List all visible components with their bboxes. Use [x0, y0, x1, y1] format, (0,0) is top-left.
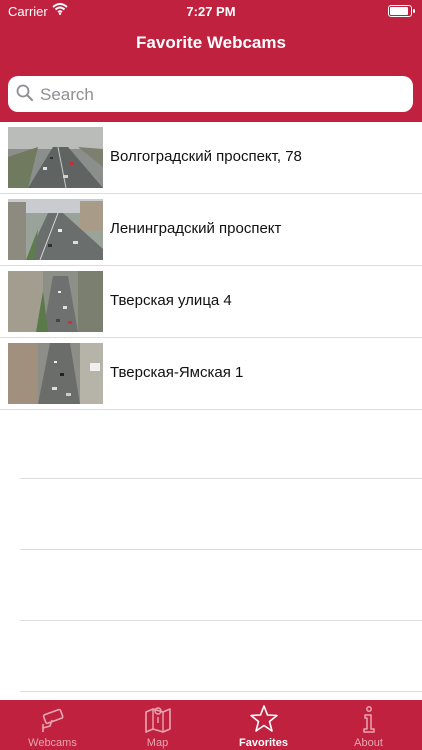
- tab-label: Webcams: [28, 737, 77, 749]
- tab-map[interactable]: Map: [105, 700, 210, 750]
- search-box[interactable]: [8, 76, 413, 114]
- webcam-thumbnail: [8, 127, 103, 188]
- tab-bar: Webcams Map Favorites About: [0, 700, 422, 750]
- webcam-thumbnail: [8, 271, 103, 332]
- webcam-thumbnail: [8, 199, 103, 260]
- empty-row-divider: [20, 549, 422, 550]
- search-bar: [0, 66, 422, 122]
- webcam-thumbnail: [8, 343, 103, 404]
- tab-label: Favorites: [239, 737, 288, 749]
- tab-label: About: [354, 737, 383, 749]
- tab-favorites[interactable]: Favorites: [211, 700, 316, 750]
- list-item[interactable]: Тверская улица 4: [0, 266, 422, 338]
- webcam-name: Ленинградский проспект: [110, 220, 282, 237]
- info-icon: [354, 704, 384, 734]
- clock-time: 7:27 PM: [186, 4, 236, 19]
- webcam-name: Тверская улица 4: [110, 292, 232, 309]
- tab-webcams[interactable]: Webcams: [0, 700, 105, 750]
- webcam-name: Волгоградский проспект, 78: [110, 148, 302, 165]
- empty-row-divider: [20, 691, 422, 692]
- empty-row-divider: [20, 620, 422, 621]
- webcam-icon: [38, 704, 68, 734]
- webcam-name: Тверская-Ямская 1: [110, 364, 244, 381]
- list-item[interactable]: Волгоградский проспект, 78: [0, 122, 422, 194]
- empty-row-divider: [20, 478, 422, 479]
- tab-label: Map: [146, 737, 169, 749]
- star-icon: [249, 704, 279, 734]
- list-item[interactable]: Тверская-Ямская 1: [0, 338, 422, 410]
- battery-icon: [388, 5, 415, 17]
- navigation-bar: Favorite Webcams: [0, 22, 422, 66]
- search-input[interactable]: [38, 76, 412, 114]
- webcam-list: Волгоградский проспект, 78 Ленинградский…: [0, 122, 422, 410]
- map-icon: [143, 704, 173, 734]
- status-bar: Carrier 7:27 PM: [0, 0, 422, 22]
- list-item[interactable]: Ленинградский проспект: [0, 194, 422, 266]
- tab-about[interactable]: About: [316, 700, 421, 750]
- page-title: Favorite Webcams: [136, 33, 286, 52]
- search-icon: [16, 84, 34, 107]
